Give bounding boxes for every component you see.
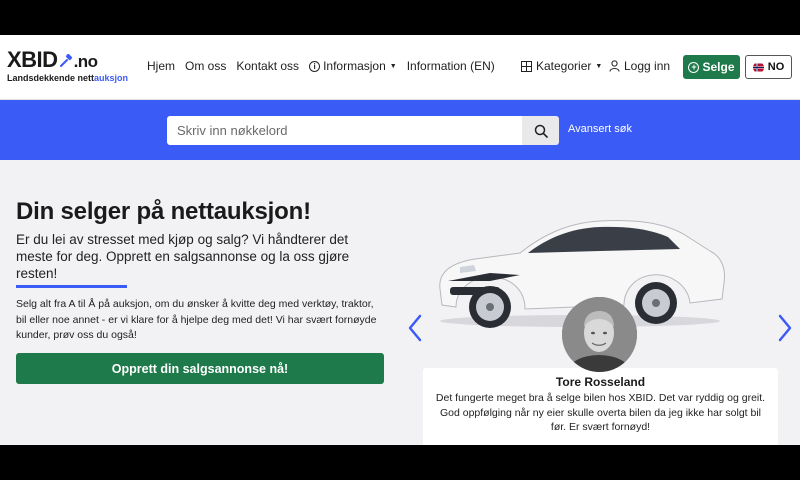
hero-title: Din selger på nettauksjon! bbox=[16, 198, 311, 225]
testimonial-name: Tore Rosseland bbox=[555, 375, 646, 389]
logo-tagline-accent: auksjon bbox=[94, 73, 129, 83]
caret-down-icon: ▼ bbox=[389, 62, 397, 70]
search-input[interactable] bbox=[167, 116, 523, 145]
page-viewport: XBID .no Landsdekkende nettauksjon Hjem O… bbox=[0, 35, 800, 445]
carousel-prev-arrow[interactable] bbox=[406, 313, 424, 343]
testimonial-avatar bbox=[562, 297, 637, 372]
plus-circle-icon: + bbox=[688, 61, 700, 73]
user-icon bbox=[609, 60, 620, 72]
search-button[interactable] bbox=[522, 116, 559, 145]
person-photo bbox=[562, 297, 637, 372]
logo-tagline: Landsdekkende nett bbox=[7, 73, 95, 83]
advanced-search-link[interactable]: Avansert søk bbox=[568, 123, 632, 135]
language-button[interactable]: NO bbox=[745, 55, 792, 79]
categories-label: Kategorier bbox=[536, 59, 592, 73]
logo-suffix: .no bbox=[73, 52, 99, 71]
search-icon bbox=[534, 124, 548, 138]
hero-body: Selg alt fra A til Å på auksjon, om du ø… bbox=[16, 298, 377, 341]
nav-info-dropdown[interactable]: i Informasjon ▼ bbox=[309, 59, 397, 73]
nav-home[interactable]: Hjem bbox=[147, 59, 175, 73]
gavel-icon bbox=[59, 54, 72, 68]
logo-main-text: XBID bbox=[7, 47, 58, 72]
nav-about[interactable]: Om oss bbox=[185, 59, 226, 73]
nav-info-label: Informasjon bbox=[323, 59, 386, 73]
main-nav: Hjem Om oss Kontakt oss i Informasjon ▼ … bbox=[147, 59, 505, 73]
xbid-logo[interactable]: XBID .no Landsdekkende nettauksjon bbox=[7, 49, 137, 89]
carousel-next-arrow[interactable] bbox=[776, 313, 794, 343]
search-band: Avansert søk bbox=[0, 100, 800, 160]
caret-down-icon: ▼ bbox=[595, 62, 603, 70]
login-label: Logg inn bbox=[624, 59, 671, 73]
language-label: NO bbox=[767, 61, 785, 73]
testimonial-card: Tore Rosseland Det fungerte meget bra å … bbox=[423, 368, 778, 445]
sell-button[interactable]: + Selge bbox=[683, 55, 740, 79]
testimonial-quote: Det fungerte meget bra å selge bilen hos… bbox=[435, 392, 766, 433]
hero-lead: Er du lei av stresset med kjøp og salg? … bbox=[16, 232, 350, 281]
categories-dropdown[interactable]: Kategorier ▼ bbox=[521, 59, 602, 73]
site-header: XBID .no Landsdekkende nettauksjon Hjem O… bbox=[0, 35, 800, 100]
norway-flag-icon bbox=[752, 63, 764, 71]
nav-contact[interactable]: Kontakt oss bbox=[236, 59, 299, 73]
login-link[interactable]: Logg inn bbox=[609, 59, 670, 73]
nav-info-en[interactable]: Information (EN) bbox=[407, 59, 495, 73]
grid-icon bbox=[521, 60, 532, 72]
create-listing-button[interactable]: Opprett din salgsannonse nå! bbox=[16, 353, 384, 384]
hero-divider bbox=[16, 285, 127, 288]
sell-label: Selge bbox=[702, 60, 735, 74]
info-icon: i bbox=[309, 60, 321, 72]
